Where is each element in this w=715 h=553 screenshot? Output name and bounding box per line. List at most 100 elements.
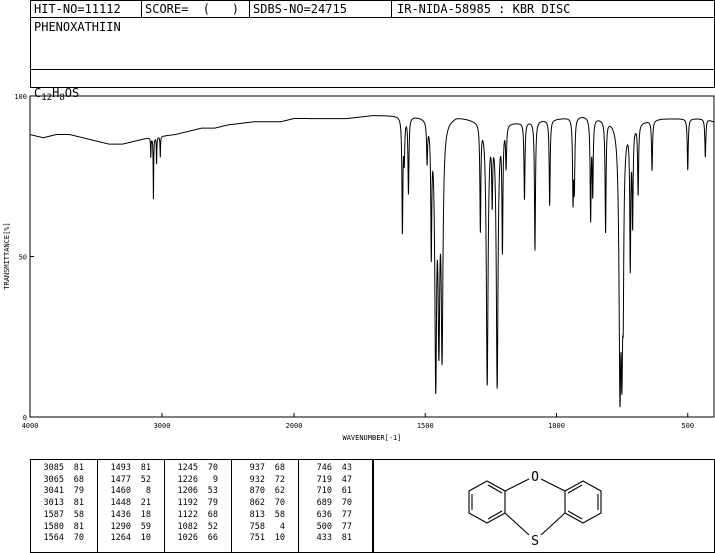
plot-frame <box>29 95 715 418</box>
peak-transmittance: 70 <box>207 463 218 473</box>
peak-wavenumber: 870 <box>249 486 265 497</box>
peak-transmittance: 53 <box>207 486 218 497</box>
peak-wavenumber: 1082 <box>177 521 198 532</box>
x-tick-label: 1000 <box>548 422 565 430</box>
peak-transmittance: 52 <box>207 521 218 532</box>
peak-table-column-divider <box>164 459 165 553</box>
bond-left-oxygen <box>504 478 530 492</box>
x-tick-label: 4000 <box>22 422 39 430</box>
right-ring-double-bond-3 <box>567 510 583 520</box>
peak-transmittance: 47 <box>341 474 352 485</box>
peak-wavenumber: 862 <box>249 498 265 509</box>
peak-transmittance: 10 <box>140 533 151 544</box>
left-ring-double-bond-3 <box>487 510 503 520</box>
y-axis-label: TRANSMITTANCE[%] <box>3 222 11 289</box>
right-ring-double-bond-2 <box>567 484 583 494</box>
peak-transmittance: 61 <box>341 486 352 497</box>
peak-wavenumber: 932 <box>249 474 265 485</box>
peak-wavenumber: 1436 <box>110 509 131 520</box>
peak-transmittance: 43 <box>341 463 352 473</box>
peak-transmittance: 62 <box>274 486 285 497</box>
peak-table-column-divider <box>231 459 232 553</box>
peak-wavenumber: 3085 <box>43 463 64 473</box>
peak-transmittance: 58 <box>73 509 84 520</box>
peak-transmittance: 79 <box>207 498 218 509</box>
peak-wavenumber: 1245 <box>177 463 198 473</box>
peak-transmittance: 70 <box>73 533 84 544</box>
x-tick-label: 2000 <box>286 422 303 430</box>
right-benzene-ring <box>564 480 602 524</box>
peak-wavenumber: 758 <box>249 521 265 532</box>
peak-transmittance: 81 <box>73 521 84 532</box>
phenoxathiin-structure: O S <box>468 470 602 549</box>
peak-transmittance: 72 <box>274 474 285 485</box>
peak-transmittance: 59 <box>140 521 151 532</box>
y-axis-ticks: 0 50 100 <box>14 93 34 422</box>
peak-wavenumber: 719 <box>316 474 332 485</box>
peak-transmittance: 81 <box>140 463 151 473</box>
y-tick-label: 0 <box>23 414 27 422</box>
peak-transmittance: 81 <box>73 463 84 473</box>
peak-wavenumber: 710 <box>316 486 332 497</box>
peak-wavenumber: 1587 <box>43 509 64 520</box>
peak-wavenumber: 751 <box>249 533 265 544</box>
peak-wavenumber: 1460 <box>110 486 131 497</box>
peak-transmittance: 52 <box>140 474 151 485</box>
peak-wavenumber: 746 <box>316 463 332 473</box>
bond-sulfur-right <box>540 512 566 536</box>
peak-wavenumber: 813 <box>249 509 265 520</box>
peak-transmittance: 4 <box>279 521 285 532</box>
peak-transmittance: 21 <box>140 498 151 509</box>
peak-transmittance: 68 <box>274 463 285 473</box>
peak-wavenumber: 1493 <box>110 463 131 473</box>
peak-transmittance: 70 <box>341 498 352 509</box>
peak-transmittance: 79 <box>73 486 84 497</box>
peak-transmittance: 10 <box>274 533 285 544</box>
peak-wavenumber: 1564 <box>43 533 64 544</box>
peak-transmittance: 9 <box>212 474 218 485</box>
x-axis-ticks: 4000 3000 2000 1500 1000 500 <box>22 413 694 430</box>
peak-transmittance: 18 <box>140 509 151 520</box>
peak-wavenumber: 636 <box>316 509 332 520</box>
peak-wavenumber: 1448 <box>110 498 131 509</box>
peak-transmittance: 77 <box>341 509 352 520</box>
peak-wavenumber: 1290 <box>110 521 131 532</box>
ir-spectrum-chart: 0 50 100 4000 3000 2000 1500 1000 500 WAVENUMBE… <box>3 93 715 442</box>
peak-wavenumber: 1477 <box>110 474 131 485</box>
peak-wavenumber: 3041 <box>43 486 64 497</box>
peak-transmittance: 81 <box>73 498 84 509</box>
peak-transmittance: 70 <box>274 498 285 509</box>
peak-wavenumber: 1122 <box>177 509 198 520</box>
peak-transmittance: 58 <box>274 509 285 520</box>
x-tick-label: 3000 <box>154 422 171 430</box>
peak-table-column-divider <box>97 459 98 553</box>
bond-oxygen-right <box>540 478 566 492</box>
peak-transmittance: 68 <box>73 474 84 485</box>
peak-wavenumber: 1026 <box>177 533 198 544</box>
peak-transmittance: 68 <box>207 509 218 520</box>
spectrum-line <box>29 115 715 408</box>
peak-table-column-divider <box>298 459 299 553</box>
peak-wavenumber: 3013 <box>43 498 64 509</box>
x-tick-label: 500 <box>681 422 694 430</box>
x-tick-label: 1500 <box>417 422 434 430</box>
bond-left-sulfur <box>504 512 530 536</box>
peak-transmittance: 81 <box>341 533 352 544</box>
peak-wavenumber: 1226 <box>177 474 198 485</box>
peak-transmittance: 66 <box>207 533 218 544</box>
peak-wavenumber: 500 <box>316 521 332 532</box>
x-axis-label: WAVENUMBER[-1] <box>342 434 401 442</box>
oxygen-atom: O <box>531 470 539 485</box>
peak-wavenumber: 3065 <box>43 474 64 485</box>
peak-wavenumber: 1206 <box>177 486 198 497</box>
sulfur-atom: S <box>531 534 539 549</box>
peak-wavenumber: 1580 <box>43 521 64 532</box>
left-ring-double-bond-2 <box>487 484 503 494</box>
y-tick-label: 50 <box>19 254 27 262</box>
peak-transmittance: 77 <box>341 521 352 532</box>
peak-wavenumber: 937 <box>249 463 265 473</box>
peak-transmittance: 8 <box>145 486 151 497</box>
peak-wavenumber: 1264 <box>110 533 131 544</box>
peak-wavenumber: 1192 <box>177 498 198 509</box>
y-tick-label: 100 <box>14 93 27 101</box>
